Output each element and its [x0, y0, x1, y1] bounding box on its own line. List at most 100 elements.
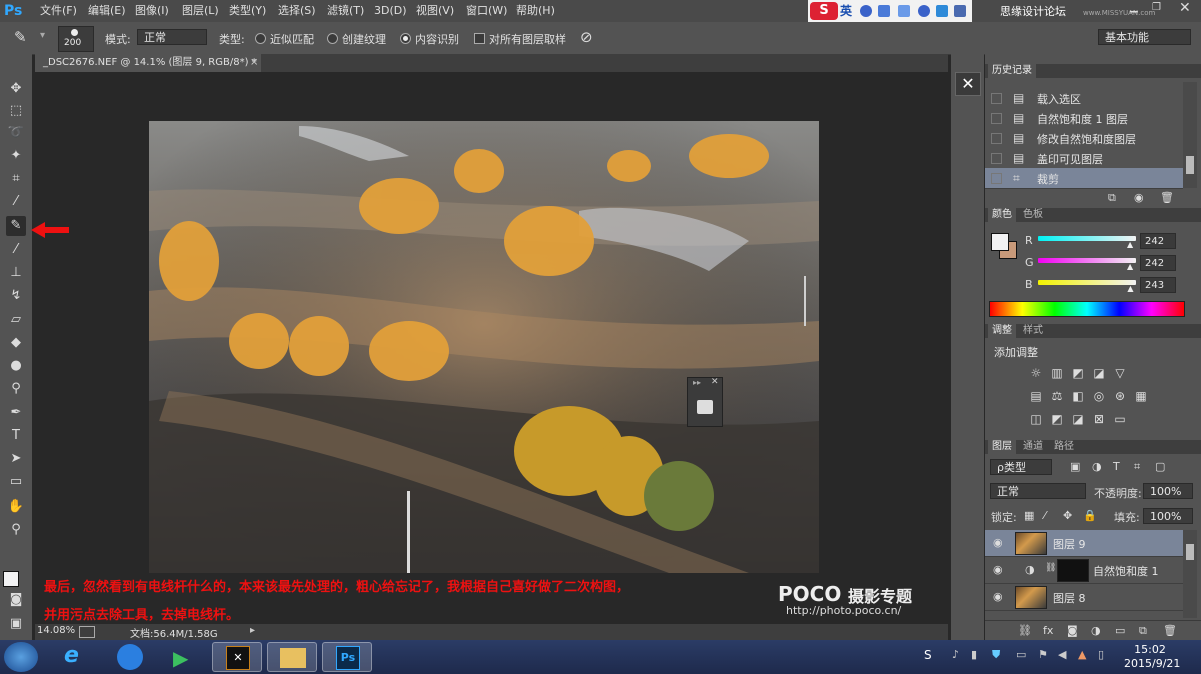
tab-close-icon[interactable]: × [250, 54, 258, 72]
ime-mode[interactable]: 英 [840, 2, 852, 19]
tab-styles[interactable]: 样式 [1019, 324, 1047, 338]
tray-network-icon[interactable]: ▮ [971, 648, 977, 661]
tray-app-icon[interactable]: ▲ [1078, 648, 1086, 661]
mode-select[interactable]: 正常 [137, 29, 207, 45]
fx-icon[interactable]: fx [1043, 624, 1053, 637]
filter-type-icon[interactable]: T [1113, 460, 1120, 473]
radio-proximity[interactable] [255, 33, 266, 44]
quick-mask-icon[interactable]: ◙ [6, 590, 26, 610]
menu-image[interactable]: 图像(I) [135, 3, 169, 19]
spot-healing-brush-icon[interactable]: ✎ [14, 28, 27, 46]
eye-icon[interactable]: ◉ [993, 590, 1003, 603]
menu-edit[interactable]: 编辑(E) [88, 3, 126, 19]
punctuation-icon[interactable] [878, 5, 890, 17]
history-item-selected[interactable]: ⌗ 裁剪 [985, 168, 1183, 189]
tray-volume-icon[interactable]: ◀ [1058, 648, 1066, 661]
wrench-icon[interactable] [954, 5, 966, 17]
red-slider[interactable] [1038, 236, 1136, 241]
document-tab[interactable]: _DSC2676.NEF @ 14.1% (图层 9, RGB/8*) * × [35, 54, 261, 72]
foreground-color-swatch[interactable] [3, 571, 19, 587]
trash-icon[interactable]: 🗑 [1160, 191, 1174, 204]
history-checkbox[interactable] [991, 133, 1002, 144]
tab-paths[interactable]: 路径 [1050, 440, 1078, 454]
green-slider[interactable] [1038, 258, 1136, 263]
green-value[interactable]: 242 [1140, 255, 1176, 271]
history-item[interactable]: ▤ 载入选区 [985, 88, 1183, 109]
tray-bell-icon[interactable]: ♪ [952, 648, 959, 661]
brightness-icon[interactable]: ☼ [1029, 366, 1043, 380]
channel-mixer-icon[interactable]: ⊛ [1113, 389, 1127, 403]
radio-content-aware[interactable] [400, 33, 411, 44]
screen-mode-icon[interactable]: ▣ [6, 614, 26, 634]
pen-tool-icon[interactable]: ✒ [6, 403, 26, 423]
delete-layer-icon[interactable]: 🗑 [1163, 624, 1177, 637]
capture-app-icon[interactable]: ✕ [212, 642, 262, 672]
menu-layer[interactable]: 图层(L) [182, 3, 219, 19]
tab-layers[interactable]: 图层 [988, 440, 1016, 454]
threshold-icon[interactable]: ◪ [1071, 412, 1085, 426]
sample-all-checkbox[interactable] [474, 33, 485, 44]
color-spectrum[interactable] [989, 301, 1185, 317]
filter-adjust-icon[interactable]: ◑ [1092, 460, 1102, 473]
menu-view[interactable]: 视图(V) [416, 3, 454, 19]
new-doc-from-state-icon[interactable]: ⧉ [1108, 191, 1116, 205]
opacity-input[interactable]: 100% [1143, 483, 1193, 499]
moon-icon[interactable] [860, 5, 872, 17]
lock-transparency-icon[interactable]: ▦ [1024, 509, 1034, 522]
red-slider-thumb[interactable]: ▲ [1127, 240, 1133, 249]
menu-file[interactable]: 文件(F) [40, 3, 77, 19]
user-icon[interactable] [918, 5, 930, 17]
path-select-icon[interactable]: ➤ [6, 449, 26, 469]
floating-panel[interactable]: ▸▸ ✕ [687, 377, 723, 427]
link-icon[interactable]: ⛓ [1045, 563, 1056, 573]
link-layers-icon[interactable]: ⛓ [1018, 624, 1032, 637]
layer-name[interactable]: 图层 9 [1053, 536, 1086, 552]
marquee-tool-icon[interactable]: ⬚ [6, 101, 26, 121]
chevron-down-icon[interactable]: ▾ [40, 30, 45, 41]
canvas-photo[interactable] [149, 121, 819, 573]
menu-window[interactable]: 窗口(W) [466, 3, 507, 19]
blend-mode-select[interactable]: 正常 [990, 483, 1086, 499]
history-item[interactable]: ▤ 自然饱和度 1 图层 [985, 108, 1183, 129]
rectangle-tool-icon[interactable]: ▭ [6, 472, 26, 492]
layer-filter-select[interactable]: ρ类型 [990, 459, 1052, 475]
photo-filter-icon[interactable]: ◎ [1092, 389, 1106, 403]
tab-swatches[interactable]: 色板 [1019, 208, 1047, 222]
snapshot-icon[interactable]: ◉ [1134, 191, 1144, 204]
history-checkbox[interactable] [991, 173, 1002, 184]
color-balance-icon[interactable]: ⚖ [1050, 389, 1064, 403]
menu-select[interactable]: 选择(S) [278, 3, 316, 19]
ime-toolbar[interactable]: S 英 [808, 0, 972, 22]
collapse-icon[interactable]: ▸▸ [693, 378, 701, 387]
zoom-tool-icon[interactable]: ⚲ [6, 520, 26, 540]
tab-adjustments[interactable]: 调整 [988, 324, 1016, 338]
lock-paint-icon[interactable]: ⁄ [1044, 509, 1046, 522]
photoshop-taskbar-icon[interactable]: Ps [322, 642, 372, 672]
filter-pixel-icon[interactable]: ▣ [1070, 460, 1080, 473]
hue-sat-icon[interactable]: ▤ [1029, 389, 1043, 403]
keyboard-icon[interactable] [898, 5, 910, 17]
stamp-tool-icon[interactable]: ⊥ [6, 263, 26, 283]
exposure-icon[interactable]: ◪ [1092, 366, 1106, 380]
eye-icon[interactable]: ◉ [993, 563, 1003, 576]
tab-channels[interactable]: 通道 [1019, 440, 1047, 454]
vibrance-icon[interactable]: ▽ [1113, 366, 1127, 380]
black-white-icon[interactable]: ◧ [1071, 389, 1085, 403]
blue-slider[interactable] [1038, 280, 1136, 285]
fill-input[interactable]: 100% [1143, 508, 1193, 524]
tool-close-icon[interactable]: ✕ [955, 72, 981, 96]
lock-move-icon[interactable]: ✥ [1063, 509, 1072, 522]
start-button-icon[interactable] [4, 642, 38, 672]
filter-shape-icon[interactable]: ⌗ [1134, 460, 1140, 474]
ie-icon[interactable]: e [50, 642, 100, 672]
move-tool-icon[interactable]: ✥ [6, 79, 26, 99]
menu-type[interactable]: 类型(Y) [229, 3, 266, 19]
status-arrow-icon[interactable]: ▸ [250, 625, 255, 636]
clock-time[interactable]: 15:02 [1124, 643, 1176, 656]
new-group-icon[interactable]: ▭ [1115, 624, 1125, 637]
tray-sogou-icon[interactable]: S [924, 648, 932, 662]
layer-name[interactable]: 图层 8 [1053, 590, 1086, 606]
tray-battery-icon[interactable]: ▯ [1098, 648, 1104, 661]
blue-slider-thumb[interactable]: ▲ [1127, 284, 1133, 293]
restore-icon[interactable]: ❐ [1152, 2, 1161, 13]
